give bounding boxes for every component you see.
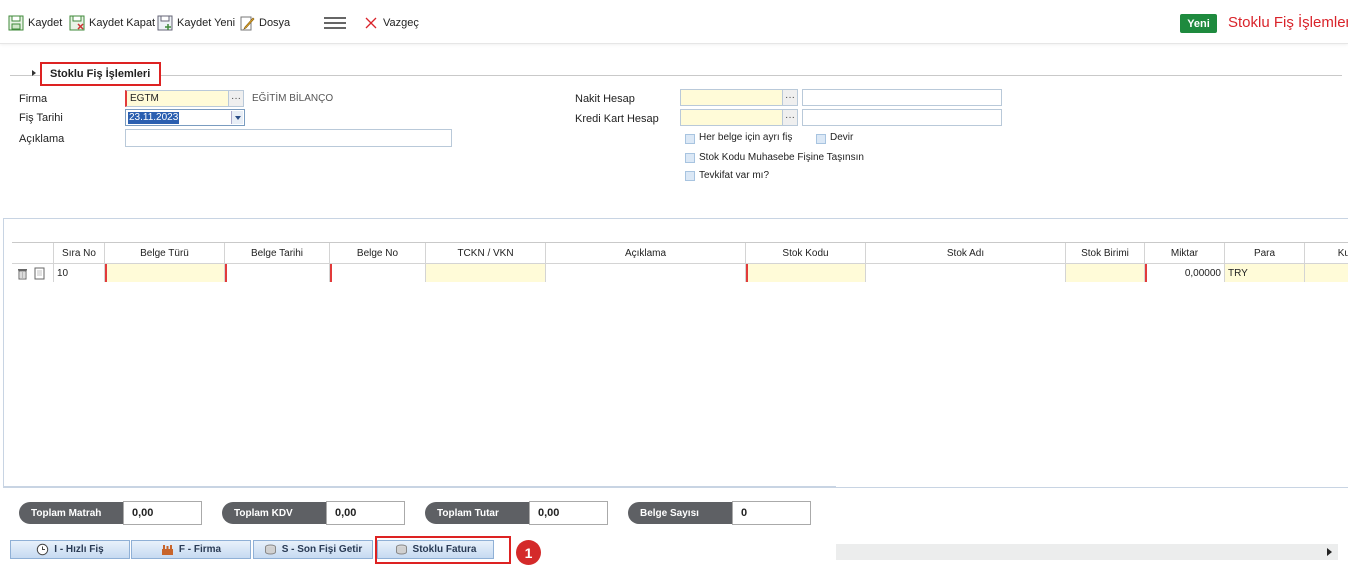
- grid-header[interactable]: Sıra No: [54, 243, 105, 264]
- toplam-tutar-label: Toplam Tutar: [425, 502, 529, 524]
- cell-belge-tarihi[interactable]: [225, 264, 330, 282]
- devir-checkbox[interactable]: [816, 134, 826, 144]
- section-divider: [10, 75, 1342, 76]
- cell-stok-birimi[interactable]: [1066, 264, 1145, 282]
- cell-sira-no[interactable]: 10: [54, 264, 105, 282]
- toplam-kdv-value: 0,00: [326, 501, 405, 525]
- tevkifat-label: Tevkifat var mı?: [699, 170, 770, 181]
- devir-label: Devir: [830, 132, 854, 143]
- save-close-label: Kaydet Kapat: [89, 17, 156, 29]
- cell-stok-adi[interactable]: [866, 264, 1066, 282]
- save-button[interactable]: Kaydet: [8, 14, 62, 32]
- factory-icon: [161, 545, 173, 555]
- new-button[interactable]: Yeni: [1180, 14, 1217, 33]
- grid-header[interactable]: Stok Adı: [866, 243, 1066, 264]
- grid-header[interactable]: TCKN / VKN: [426, 243, 546, 264]
- firma-button[interactable]: F - Firma: [131, 540, 251, 559]
- annotation-badge: 1: [516, 540, 541, 565]
- trash-icon[interactable]: [17, 267, 28, 280]
- toolbar: Kaydet Kaydet Kapat Kaydet Yeni Dosya Va…: [0, 0, 1348, 44]
- fis-tarihi-value: 23.11.2023: [128, 112, 180, 124]
- stack-icon: [264, 544, 276, 555]
- cell-tckn[interactable]: [426, 264, 546, 282]
- nakit-hesap-lookup-button[interactable]: ···: [782, 89, 798, 106]
- stok-kodu-checkbox[interactable]: [685, 153, 695, 163]
- grid-header[interactable]: Belge Türü: [105, 243, 225, 264]
- cell-para[interactable]: TRY: [1225, 264, 1305, 282]
- her-belge-checkbox[interactable]: [685, 134, 695, 144]
- toplam-matrah-value: 0,00: [123, 501, 202, 525]
- firma-name-text: EĞİTİM BİLANÇO: [252, 93, 334, 104]
- grid-panel-bottom-border: [3, 486, 836, 487]
- firma-lookup-button[interactable]: ···: [228, 90, 244, 107]
- hizli-fis-button[interactable]: I - Hızlı Fiş: [10, 540, 130, 559]
- firma-code-field[interactable]: EGTM: [125, 90, 229, 107]
- cell-kur[interactable]: [1305, 264, 1348, 282]
- save-close-icon: [69, 15, 85, 31]
- table-row-actions: [12, 264, 54, 282]
- save-new-icon: [157, 15, 173, 31]
- stok-grid: Sıra No Belge Türü Belge Tarihi Belge No…: [12, 242, 1348, 282]
- grid-header[interactable]: Belge Tarihi: [225, 243, 330, 264]
- son-fis-label: S - Son Fişi Getir: [281, 544, 363, 555]
- fis-tarihi-field[interactable]: 23.11.2023: [125, 109, 245, 126]
- file-pencil-icon: [240, 16, 255, 31]
- tevkifat-checkbox[interactable]: [685, 171, 695, 181]
- firma-button-label: F - Firma: [178, 544, 222, 555]
- save-new-button[interactable]: Kaydet Yeni: [157, 14, 235, 32]
- kredi-kart-name-field[interactable]: [802, 109, 1002, 126]
- cell-miktar[interactable]: 0,00000: [1145, 264, 1225, 282]
- grid-header[interactable]: Miktar: [1145, 243, 1225, 264]
- file-label: Dosya: [259, 17, 291, 29]
- kredi-kart-lookup-button[interactable]: ···: [782, 109, 798, 126]
- menu-icon[interactable]: [324, 17, 346, 29]
- nakit-hesap-label: Nakit Hesap: [575, 93, 635, 105]
- cancel-label: Vazgeç: [383, 17, 419, 29]
- cancel-button[interactable]: Vazgeç: [363, 14, 419, 32]
- highlight-box: [375, 536, 511, 564]
- cell-belge-turu[interactable]: [105, 264, 225, 282]
- aciklama-label: Açıklama: [19, 133, 65, 145]
- grid-header[interactable]: Para: [1225, 243, 1305, 264]
- grid-header[interactable]: Ku: [1305, 243, 1348, 264]
- stok-kodu-label: Stok Kodu Muhasebe Fişine Taşınsın: [699, 152, 864, 163]
- scroll-right-arrow-icon[interactable]: [1327, 548, 1332, 556]
- grid-header[interactable]: Stok Kodu: [746, 243, 866, 264]
- grid-header[interactable]: Belge No: [330, 243, 426, 264]
- save-label: Kaydet: [28, 17, 63, 29]
- kredi-kart-label: Kredi Kart Hesap: [575, 113, 659, 125]
- hizli-fis-label: I - Hızlı Fiş: [54, 544, 104, 555]
- toplam-matrah-label: Toplam Matrah: [19, 502, 123, 524]
- kredi-kart-field[interactable]: [680, 109, 783, 126]
- close-icon: [365, 17, 377, 29]
- save-close-button[interactable]: Kaydet Kapat: [69, 14, 155, 32]
- chevron-down-icon[interactable]: [231, 111, 243, 124]
- son-fis-button[interactable]: S - Son Fişi Getir: [253, 540, 373, 559]
- horizontal-scrollbar[interactable]: [836, 544, 1338, 560]
- her-belge-label: Her belge için ayrı fiş: [699, 132, 793, 143]
- grid-header-actions: [12, 243, 54, 264]
- file-button[interactable]: Dosya: [239, 14, 290, 32]
- clock-icon: [37, 543, 49, 556]
- document-icon[interactable]: [34, 267, 45, 280]
- nakit-hesap-name-field[interactable]: [802, 89, 1002, 106]
- aciklama-field[interactable]: [125, 129, 452, 147]
- save-icon: [8, 15, 24, 31]
- toplam-tutar-value: 0,00: [529, 501, 608, 525]
- grid-header[interactable]: Stok Birimi: [1066, 243, 1145, 264]
- belge-sayisi-value: 0: [732, 501, 811, 525]
- section-title[interactable]: Stoklu Fiş İşlemleri: [40, 62, 161, 86]
- save-new-label: Kaydet Yeni: [177, 17, 236, 29]
- cell-stok-kodu[interactable]: [746, 264, 866, 282]
- grid-header[interactable]: Açıklama: [546, 243, 746, 264]
- belge-sayisi-label: Belge Sayısı: [628, 502, 732, 524]
- nakit-hesap-field[interactable]: [680, 89, 783, 106]
- cell-aciklama[interactable]: [546, 264, 746, 282]
- page-title: Stoklu Fiş İşlemleri: [1228, 14, 1348, 31]
- fis-tarihi-label: Fiş Tarihi: [19, 112, 63, 124]
- toplam-kdv-label: Toplam KDV: [222, 502, 326, 524]
- cell-belge-no[interactable]: [330, 264, 426, 282]
- firma-label: Firma: [19, 93, 48, 105]
- collapse-arrow-icon[interactable]: [32, 70, 36, 76]
